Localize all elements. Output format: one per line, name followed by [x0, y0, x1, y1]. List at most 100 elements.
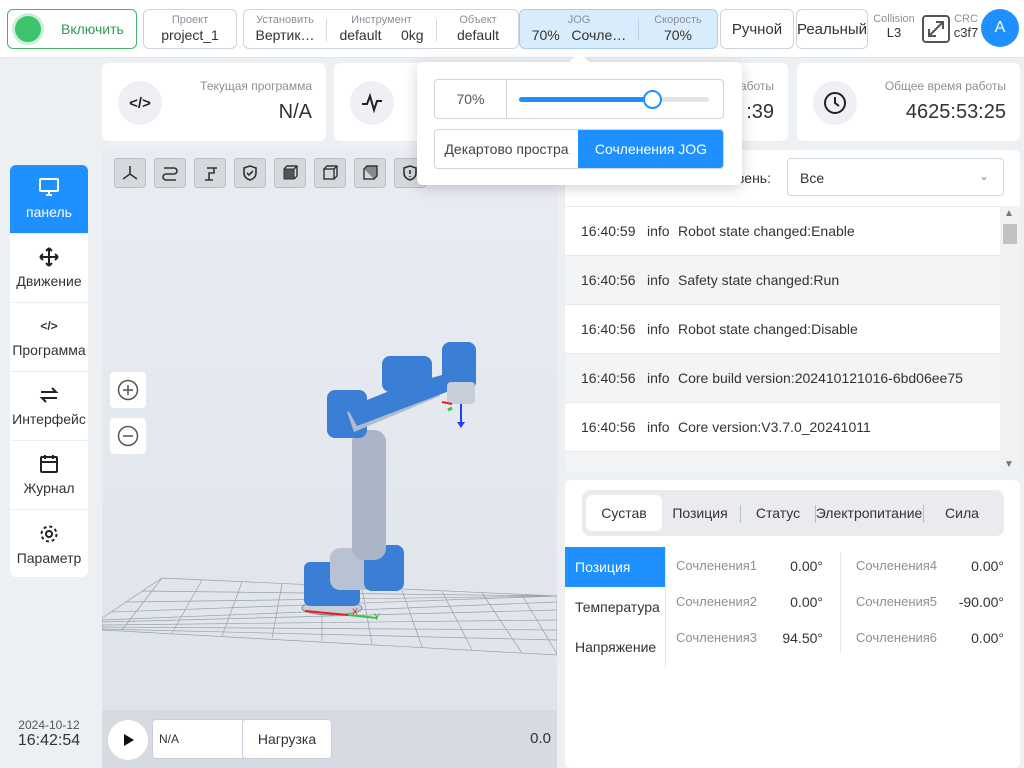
runtime-value: :39 — [746, 101, 774, 123]
enable-button-label: Включить — [61, 21, 124, 37]
config-group: Установить Вертик… Инструмент default 0k… — [243, 9, 519, 49]
real-mode-button[interactable]: Реальный — [796, 9, 868, 49]
scroll-thumb[interactable] — [1003, 224, 1017, 244]
joint-3-label: Сочленения3 — [676, 630, 758, 645]
joint-2-label: Сочленения2 — [676, 594, 758, 609]
log-row: 16:40:56 info Core build version:202410121… — [565, 353, 1000, 402]
joint-5-value: -90.00° — [958, 594, 1004, 610]
subtab-voltage[interactable]: Напряжение — [565, 627, 665, 667]
cartesian-mode-button[interactable]: Декартово простра — [435, 130, 578, 168]
total-time-value: 4625:53:25 — [905, 101, 1006, 123]
code-icon: </> — [40, 319, 58, 333]
tab-force[interactable]: Сила — [927, 495, 997, 531]
speed-selector[interactable]: Скорость 70% — [639, 10, 717, 48]
divider — [840, 552, 841, 652]
sidebar-item-label: Программа — [12, 342, 86, 358]
jog-mode-toggle: Декартово простра Сочленения JOG — [434, 129, 724, 169]
project-selector[interactable]: Проект project_1 — [143, 9, 237, 49]
tool-selector[interactable]: Инструмент default 0kg — [327, 10, 436, 48]
scroll-down-icon[interactable]: ▼ — [1004, 459, 1014, 470]
object-value: default — [456, 27, 500, 43]
collision-label: Collision — [873, 13, 915, 25]
subtab-position[interactable]: Позиция — [565, 547, 665, 587]
slider-handle[interactable] — [643, 90, 662, 109]
system-clock: 2024-10-12 16:42:54 — [0, 718, 98, 750]
axis-y-label: Y — [374, 612, 380, 622]
tab-joint[interactable]: Сустав — [586, 495, 662, 531]
code-icon: </> — [118, 81, 162, 125]
current-program-title: Текущая программа — [200, 79, 312, 93]
tool-weight: 0kg — [400, 27, 424, 43]
jog-selector[interactable]: JOG 70% Сочле… — [520, 10, 638, 48]
log-level-label: вень: — [737, 170, 771, 186]
tab-power[interactable]: Электропитание — [816, 495, 923, 531]
speed-label: Скорость — [654, 14, 702, 26]
program-playbar: N/A Нагрузка 0.0 — [102, 710, 557, 768]
system-time: 16:42:54 — [17, 732, 81, 749]
gear-icon — [39, 524, 59, 544]
collision-level[interactable]: Collision L3 — [870, 13, 918, 40]
joint-1-label: Сочленения1 — [676, 558, 758, 573]
sidebar-item-motion[interactable]: Движение — [10, 234, 88, 303]
divider — [923, 505, 924, 523]
tool-label: Инструмент — [351, 14, 412, 26]
enable-button[interactable]: Включить — [7, 9, 137, 49]
install-selector[interactable]: Установить Вертик… — [244, 10, 326, 48]
robot-3d-viewport[interactable]: X Y — [102, 150, 557, 710]
current-program-card: </> Текущая программа N/A — [102, 63, 326, 141]
sidebar-item-interface[interactable]: Интерфейс — [10, 372, 88, 441]
robot-scene: X Y — [102, 342, 557, 656]
sidebar-item-label: панель — [26, 204, 72, 220]
system-date: 2024-10-12 — [18, 718, 80, 732]
user-avatar[interactable]: A — [981, 9, 1019, 47]
subtab-temperature[interactable]: Температура — [565, 587, 665, 627]
pulse-icon — [350, 81, 394, 125]
slider-fill — [519, 97, 652, 102]
runtime-title: аботы — [739, 79, 774, 93]
divider — [665, 547, 666, 667]
object-selector[interactable]: Объект default — [437, 10, 519, 48]
collision-value: L3 — [886, 25, 902, 40]
joint-tabs: Сустав Позиция Статус Электропитание Сил… — [582, 490, 1004, 536]
joint-3-value: 94.50° — [782, 630, 823, 646]
jog-mode: Сочле… — [571, 27, 627, 43]
joint-info-panel: Сустав Позиция Статус Электропитание Сил… — [565, 480, 1020, 768]
log-row-partial — [565, 451, 1000, 472]
sidebar-item-dashboard[interactable]: панель — [10, 165, 88, 234]
joint-6-label: Сочленения6 — [856, 630, 938, 645]
joint-jog-mode-button[interactable]: Сочленения JOG — [578, 130, 723, 168]
sidebar: панель Движение </> Программа Интерфейс … — [10, 165, 88, 577]
joint-6-value: 0.00° — [971, 630, 1004, 646]
load-button[interactable]: Нагрузка — [242, 719, 332, 759]
move-icon — [39, 247, 59, 267]
log-row: 16:40:56 info Safety state changed:Run — [565, 255, 1000, 304]
divider — [740, 505, 741, 523]
log-level-value: Все — [800, 170, 825, 186]
manual-mode-button[interactable]: Ручной — [720, 9, 794, 49]
joint-2-value: 0.00° — [790, 594, 823, 610]
chevron-down-icon: ⌄ — [978, 169, 989, 183]
log-row: 16:40:59 info Robot state changed:Enable — [565, 206, 1000, 255]
play-icon[interactable] — [108, 720, 148, 760]
jog-speed-slider[interactable] — [519, 90, 709, 109]
total-time-title: Общее время работы — [884, 79, 1006, 93]
tab-status[interactable]: Статус — [744, 495, 812, 531]
sidebar-item-settings[interactable]: Параметр — [10, 510, 88, 577]
jog-label: JOG — [567, 14, 591, 26]
log-level-select[interactable]: Все ⌄ — [787, 158, 1004, 196]
clock-icon — [813, 81, 857, 125]
log-scrollbar[interactable]: ▲ ▼ — [1000, 206, 1020, 472]
install-value: Вертик… — [255, 27, 315, 43]
scroll-up-icon[interactable]: ▲ — [1004, 208, 1014, 219]
object-label: Объект — [459, 14, 497, 26]
sidebar-item-journal[interactable]: Журнал — [10, 441, 88, 510]
fullscreen-icon[interactable] — [921, 14, 951, 44]
sidebar-item-program[interactable]: </> Программа — [10, 303, 88, 372]
jog-speed-popup: 70% Декартово простра Сочленения JOG — [417, 52, 742, 185]
top-bar: Включить Проект project_1 Установить Вер… — [0, 0, 1024, 58]
crc-info: CRC c3f7 — [950, 13, 982, 40]
project-label: Проект — [171, 14, 209, 26]
monitor-icon — [39, 178, 59, 198]
speed-value: 70% — [663, 27, 693, 43]
tab-position[interactable]: Позиция — [664, 495, 736, 531]
